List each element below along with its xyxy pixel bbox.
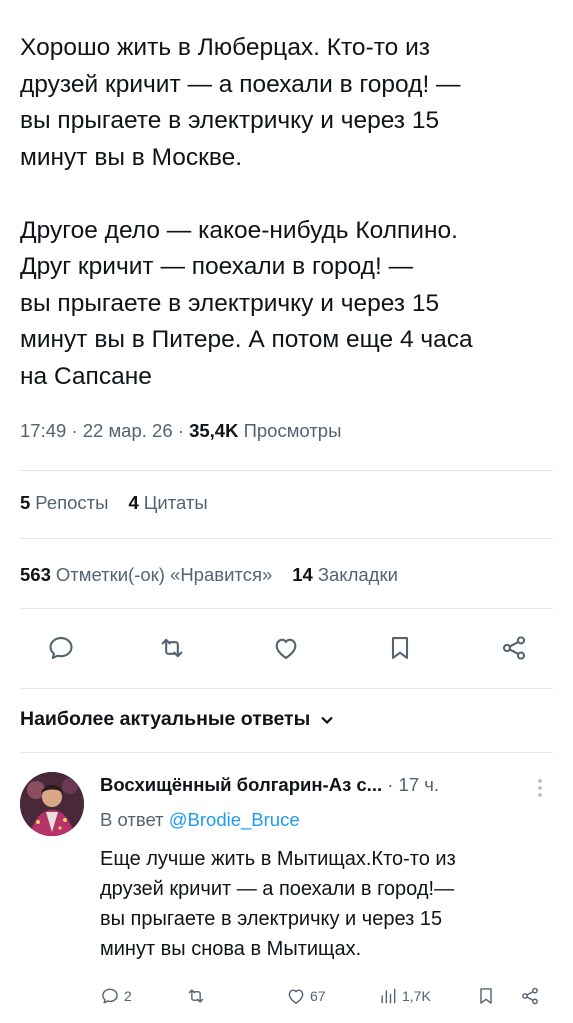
views-count: 35,4K [189,420,239,441]
repost-button[interactable] [150,626,194,670]
reply-icon [102,988,118,1004]
bookmark-icon [391,637,409,659]
more-vertical-icon [538,779,542,797]
reply-icon [49,637,73,659]
likes-stat[interactable]: 563 Отметки(-ок) «Нравится» [20,564,272,585]
views-label: Просмотры [243,420,342,441]
divider [20,752,553,753]
stats-row-likes: 563 Отметки(-ок) «Нравится» 14 Закладки [20,564,398,586]
divider [20,688,553,689]
reply-text: Еще лучше жить в Мытищах.Кто-то из друзе… [100,848,456,960]
bookmarks-stat[interactable]: 14 Закладки [292,564,398,585]
bookmarks-label: Закладки [317,564,398,585]
quotes-count: 4 [128,492,139,513]
reply-likes-count: 67 [310,988,326,1004]
bookmark-button[interactable] [378,626,422,670]
reply-header: Восхищённый болгарин-Аз с... · 17 ч. [100,774,439,796]
meta-separator: · [177,420,184,441]
reply-reply-button[interactable]: 2 [100,986,132,1006]
replies-sort-label: Наиболее актуальные ответы [20,708,311,730]
action-bar [0,626,573,670]
likes-count: 563 [20,564,51,585]
quotes-label: Цитаты [143,492,208,513]
reply-author-name[interactable]: Восхищённый болгарин-Аз с... [100,774,382,795]
tweet-time[interactable]: 17:49 [20,420,66,441]
reply-to-handle[interactable]: @Brodie_Bruce [169,809,300,830]
reply-views-count: 1,7K [402,988,431,1004]
like-button[interactable] [264,626,308,670]
like-icon [288,989,304,1004]
bookmarks-count: 14 [292,564,313,585]
views-icon [381,988,396,1004]
reply-action-bar: 2 67 1,7K [0,980,573,1020]
reply-share-button[interactable] [520,986,540,1006]
meta-separator: · [71,420,78,441]
divider [20,608,553,609]
reply-button[interactable] [39,626,83,670]
share-icon [502,636,526,660]
stats-row-reposts: 5 Репосты 4 Цитаты [20,492,208,514]
reply-item[interactable]: Восхищённый болгарин-Аз с... · 17 ч. В о… [0,760,573,1023]
repost-icon [188,989,204,1003]
reply-replies-count: 2 [124,988,132,1004]
reply-bookmark-button[interactable] [476,986,496,1006]
reply-time[interactable]: · 17 ч. [387,774,439,795]
avatar-image [20,772,84,836]
share-button[interactable] [492,626,536,670]
divider [20,538,553,539]
share-icon [522,987,538,1005]
bookmark-icon [480,988,492,1004]
replies-sort-selector[interactable]: Наиболее актуальные ответы [20,708,334,731]
reply-views-button[interactable]: 1,7K [378,986,431,1006]
repost-icon [161,638,183,658]
more-options-button[interactable] [530,776,550,800]
tweet-text: Хорошо жить в Люберцах. Кто-то из друзей… [20,34,473,390]
reply-context: В ответ @Brodie_Bruce [100,809,300,831]
reply-to-label: В ответ [100,809,164,830]
reply-repost-button[interactable] [186,986,210,1006]
likes-label: Отметки(-ок) «Нравится» [55,564,273,585]
tweet-meta: 17:49 · 22 мар. 26 · 35,4K Просмотры [20,420,341,442]
reposts-stat[interactable]: 5 Репосты [20,492,108,513]
reposts-label: Репосты [35,492,109,513]
avatar[interactable] [20,772,84,836]
tweet-date[interactable]: 22 мар. 26 [83,420,173,441]
divider [20,470,553,471]
like-icon [275,638,297,659]
reposts-count: 5 [20,492,31,513]
reply-like-button[interactable]: 67 [286,986,326,1006]
quotes-stat[interactable]: 4 Цитаты [128,492,207,513]
chevron-down-icon [321,716,334,724]
